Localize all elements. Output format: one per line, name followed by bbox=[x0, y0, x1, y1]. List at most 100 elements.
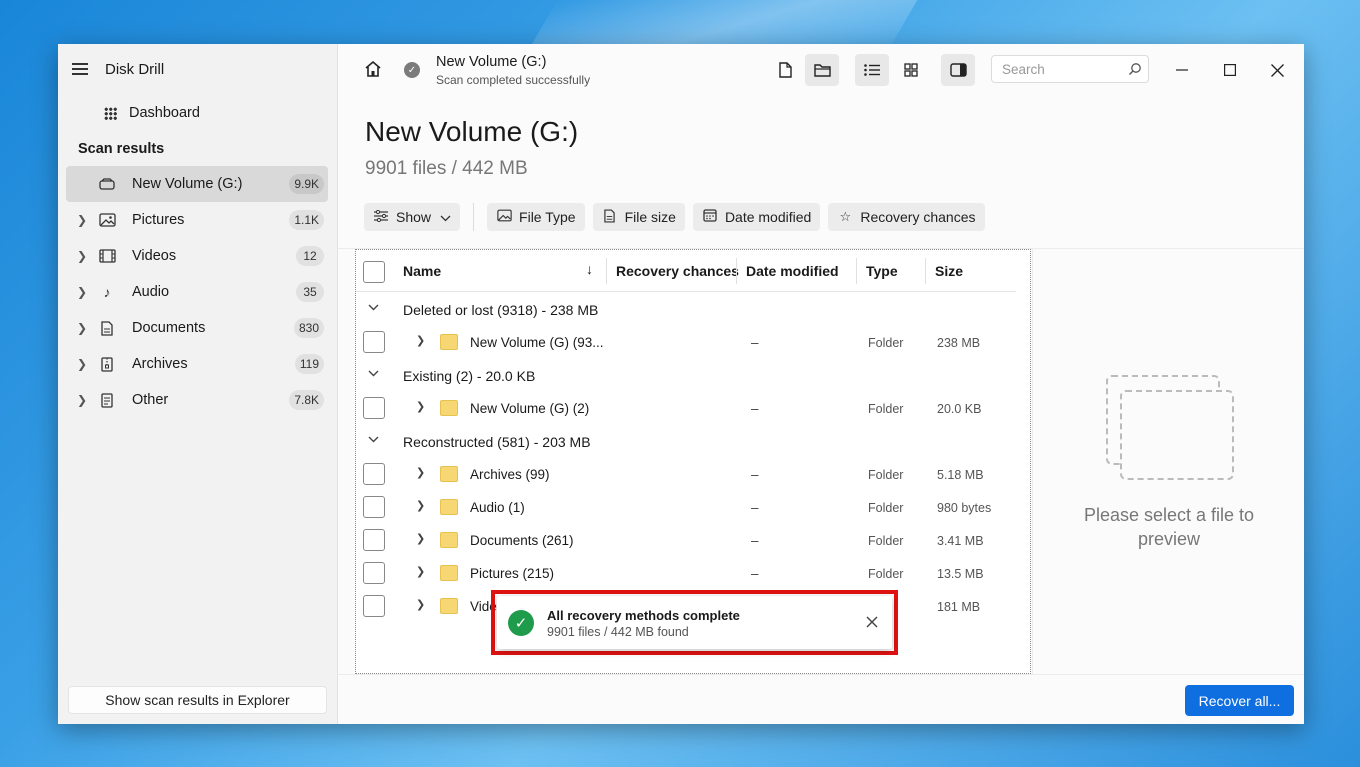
hamburger-menu-icon[interactable] bbox=[72, 63, 88, 75]
row-checkbox[interactable] bbox=[363, 562, 385, 584]
sidebar-item-other[interactable]: ❯ Other 7.8K bbox=[66, 382, 328, 418]
toast-highlight-frame: ✓ All recovery methods complete 9901 fil… bbox=[491, 590, 898, 655]
chevron-right-icon[interactable]: ❯ bbox=[72, 249, 92, 263]
group-label: Existing (2) - 20.0 KB bbox=[403, 368, 536, 384]
toast-close-button[interactable] bbox=[862, 612, 882, 632]
chevron-right-icon[interactable]: ❯ bbox=[416, 532, 425, 545]
recovery-chances-label: Recovery chances bbox=[860, 209, 976, 225]
header-recovery-chances[interactable]: Recovery chances bbox=[616, 263, 739, 279]
folder-view-button[interactable] bbox=[805, 54, 839, 86]
sidebar-item-new-volume[interactable]: New Volume (G:) 9.9K bbox=[66, 166, 328, 202]
sidebar-item-videos[interactable]: ❯ Videos 12 bbox=[66, 238, 328, 274]
group-label: Deleted or lost (9318) - 238 MB bbox=[403, 302, 599, 318]
topbar: ✓ New Volume (G:) Scan completed success… bbox=[338, 44, 1304, 96]
list-view-button[interactable] bbox=[855, 54, 889, 86]
film-icon bbox=[96, 247, 118, 265]
header-size[interactable]: Size bbox=[935, 263, 963, 279]
row-name: Pictures (215) bbox=[470, 566, 555, 581]
chevron-down-icon[interactable] bbox=[368, 302, 379, 314]
row-size: 20.0 KB bbox=[937, 402, 982, 416]
sidebar-item-label: Pictures bbox=[132, 212, 185, 228]
file-icon bbox=[778, 62, 792, 78]
folder-icon bbox=[440, 598, 458, 614]
file-size-filter[interactable]: File size bbox=[592, 203, 685, 231]
sidebar-item-pictures[interactable]: ❯ Pictures 1.1K bbox=[66, 202, 328, 238]
row-date: – bbox=[751, 533, 759, 548]
table-row[interactable]: ❯ Documents (261) – Folder 3.41 MB bbox=[356, 524, 1016, 557]
row-checkbox[interactable] bbox=[363, 529, 385, 551]
sidebar-item-audio[interactable]: ❯ ♪ Audio 35 bbox=[66, 274, 328, 310]
count-badge: 830 bbox=[293, 318, 324, 338]
sidebar-header: Disk Drill bbox=[58, 44, 337, 94]
row-size: 181 MB bbox=[937, 600, 981, 614]
header-date-modified[interactable]: Date modified bbox=[746, 263, 839, 279]
search-placeholder: Search bbox=[1002, 61, 1045, 77]
date-modified-filter[interactable]: Date modified bbox=[692, 203, 821, 231]
recover-all-button[interactable]: Recover all... bbox=[1185, 685, 1294, 716]
maximize-button[interactable] bbox=[1218, 58, 1242, 82]
recovery-chances-filter[interactable]: ☆ Recovery chances bbox=[828, 203, 985, 231]
chevron-right-icon[interactable]: ❯ bbox=[416, 466, 425, 479]
table-row[interactable]: ❯ Pictures (215) – Folder 13.5 MB bbox=[356, 557, 1016, 590]
chevron-down-icon[interactable] bbox=[368, 434, 379, 446]
preview-message: Please select a file to preview bbox=[1083, 505, 1255, 549]
row-type: Folder bbox=[868, 567, 904, 581]
table-row[interactable]: ❯ New Volume (G) (2) – Folder 20.0 KB bbox=[356, 392, 1016, 425]
other-file-icon bbox=[96, 391, 118, 409]
chevron-right-icon[interactable]: ❯ bbox=[72, 321, 92, 335]
close-window-button[interactable] bbox=[1265, 58, 1289, 82]
group-deleted-or-lost[interactable]: Deleted or lost (9318) - 238 MB bbox=[356, 293, 1016, 326]
toast-title: All recovery methods complete bbox=[547, 608, 740, 623]
header-name[interactable]: Name bbox=[403, 263, 441, 279]
group-existing[interactable]: Existing (2) - 20.0 KB bbox=[356, 359, 1016, 392]
row-checkbox[interactable] bbox=[363, 496, 385, 518]
table-header: Name ↓ Recovery chances Date modified Ty… bbox=[356, 250, 1016, 292]
grid-view-button[interactable] bbox=[894, 54, 928, 86]
search-input[interactable]: Search bbox=[991, 55, 1149, 83]
maximize-icon bbox=[1224, 64, 1236, 76]
sidebar-item-label: Archives bbox=[132, 356, 188, 372]
preview-pane-toggle[interactable] bbox=[941, 54, 975, 86]
calendar-icon bbox=[702, 209, 718, 225]
header-type[interactable]: Type bbox=[866, 263, 898, 279]
group-reconstructed[interactable]: Reconstructed (581) - 203 MB bbox=[356, 425, 1016, 458]
sidebar-item-label: Videos bbox=[132, 248, 177, 264]
scan-complete-check-icon: ✓ bbox=[404, 62, 420, 78]
file-type-filter[interactable]: File Type bbox=[487, 203, 585, 231]
topbar-title: New Volume (G:) bbox=[436, 54, 547, 70]
sidebar-item-dashboard[interactable]: Dashboard bbox=[58, 94, 337, 132]
star-icon: ☆ bbox=[839, 209, 852, 224]
preview-pane: Please select a file to preview bbox=[1032, 249, 1304, 674]
row-checkbox[interactable] bbox=[363, 397, 385, 419]
row-size: 980 bytes bbox=[937, 501, 992, 515]
row-checkbox[interactable] bbox=[363, 331, 385, 353]
table-row[interactable]: ❯ New Volume (G) (93... – Folder 238 MB bbox=[356, 326, 1016, 359]
show-filter-button[interactable]: Show bbox=[364, 203, 461, 231]
chevron-right-icon[interactable]: ❯ bbox=[72, 213, 92, 227]
chevron-right-icon[interactable]: ❯ bbox=[416, 598, 425, 611]
chevron-right-icon[interactable]: ❯ bbox=[72, 285, 92, 299]
close-icon bbox=[866, 616, 878, 628]
chevron-right-icon[interactable]: ❯ bbox=[416, 499, 425, 512]
show-in-explorer-button[interactable]: Show scan results in Explorer bbox=[68, 686, 327, 714]
sidebar-item-documents[interactable]: ❯ Documents 830 bbox=[66, 310, 328, 346]
sort-arrow-down-icon[interactable]: ↓ bbox=[586, 261, 593, 277]
file-view-button[interactable] bbox=[768, 54, 802, 86]
home-icon[interactable] bbox=[364, 60, 382, 78]
sidebar-item-archives[interactable]: ❯ Archives 119 bbox=[66, 346, 328, 382]
select-all-checkbox[interactable] bbox=[363, 261, 385, 283]
table-row[interactable]: ❯ Archives (99) – Folder 5.18 MB bbox=[356, 458, 1016, 491]
chevron-right-icon[interactable]: ❯ bbox=[416, 565, 425, 578]
minimize-button[interactable] bbox=[1170, 58, 1194, 82]
toast-subtitle: 9901 files / 442 MB found bbox=[547, 625, 689, 639]
chevron-down-icon[interactable] bbox=[368, 368, 379, 380]
chevron-right-icon[interactable]: ❯ bbox=[72, 393, 92, 407]
row-checkbox[interactable] bbox=[363, 463, 385, 485]
table-row[interactable]: ❯ Audio (1) – Folder 980 bytes bbox=[356, 491, 1016, 524]
chevron-right-icon[interactable]: ❯ bbox=[416, 334, 425, 347]
chevron-right-icon[interactable]: ❯ bbox=[416, 400, 425, 413]
grid-icon bbox=[104, 106, 117, 120]
row-checkbox[interactable] bbox=[363, 595, 385, 617]
chevron-right-icon[interactable]: ❯ bbox=[72, 357, 92, 371]
row-size: 3.41 MB bbox=[937, 534, 984, 548]
